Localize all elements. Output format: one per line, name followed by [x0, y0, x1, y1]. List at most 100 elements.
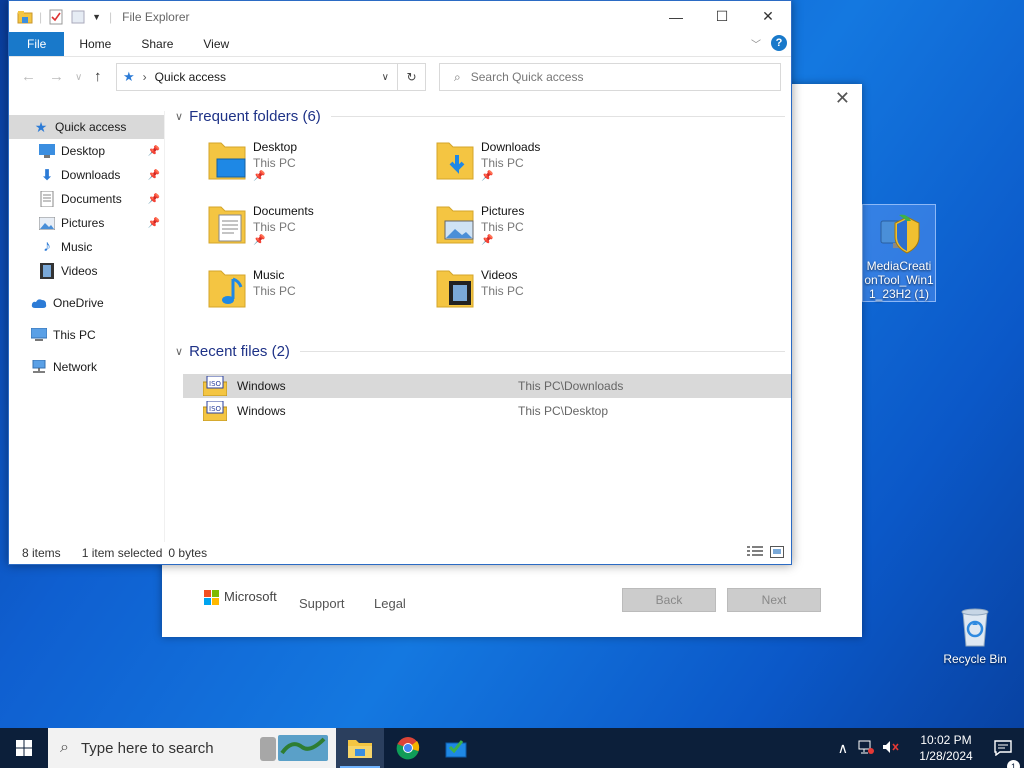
sidebar-item-label: Quick access — [55, 120, 127, 134]
recent-files-header[interactable]: ∨ Recent files (2) — [175, 343, 785, 360]
file-explorer-window: | ▼ | File Explorer — ☐ ✕ File Home Shar… — [8, 0, 792, 565]
new-folder-icon[interactable] — [70, 9, 86, 25]
search-input[interactable]: ⌕ Search Quick access — [439, 63, 781, 91]
up-arrow-icon[interactable]: ↑ — [94, 68, 102, 85]
taskbar-search-input[interactable]: ⌕ Type here to search — [48, 728, 336, 768]
pictures-folder-icon — [435, 203, 475, 245]
legal-link[interactable]: Legal — [374, 596, 406, 611]
help-icon[interactable]: ? — [771, 35, 787, 51]
file-name: Windows — [237, 379, 286, 393]
sidebar-item-desktop[interactable]: Desktop 📌 — [9, 139, 164, 163]
sidebar-item-label: This PC — [53, 328, 96, 342]
folder-tile-downloads[interactable]: Downloads This PC 📌 — [435, 139, 635, 195]
installer-icon — [445, 740, 467, 758]
taskbar-file-explorer[interactable] — [336, 728, 384, 768]
support-link[interactable]: Support — [299, 596, 345, 611]
file-row[interactable]: ISO Windows This PC\Downloads — [183, 374, 791, 398]
content-area: ★ Quick access Desktop 📌 ⬇ Downloads 📌 D… — [9, 108, 791, 542]
pin-icon: 📌 — [481, 235, 494, 246]
network-status-icon[interactable] — [858, 740, 874, 757]
sidebar-item-music[interactable]: ♪ Music — [9, 235, 164, 259]
documents-icon — [39, 191, 55, 207]
selection-count: 1 item selected — [81, 546, 163, 560]
close-button[interactable]: ✕ — [745, 1, 791, 32]
expand-ribbon-icon[interactable]: ﹀ — [751, 36, 761, 51]
folder-location: This PC — [253, 156, 296, 170]
back-arrow-icon[interactable]: ← — [21, 68, 36, 85]
close-icon[interactable]: ✕ — [835, 88, 850, 109]
download-icon: ⬇ — [40, 167, 54, 184]
properties-icon[interactable] — [48, 9, 64, 25]
explorer-app-icon — [17, 10, 33, 23]
taskbar-media-creation-tool[interactable] — [432, 728, 480, 768]
taskbar-chrome[interactable] — [384, 728, 432, 768]
folder-location: This PC — [253, 220, 296, 234]
breadcrumb[interactable]: Quick access — [155, 70, 226, 84]
sidebar-item-this-pc[interactable]: This PC — [9, 323, 164, 347]
tab-home[interactable]: Home — [64, 32, 126, 56]
folder-tile-videos[interactable]: Videos This PC — [435, 267, 635, 323]
action-center-button[interactable]: 1 — [982, 740, 1024, 768]
frequent-folders-header[interactable]: ∨ Frequent folders (6) — [175, 108, 785, 125]
address-bar[interactable]: ★ › Quick access ∨ ↻ — [116, 63, 426, 91]
sidebar-item-videos[interactable]: Videos — [9, 259, 164, 283]
file-location: This PC\Downloads — [518, 379, 624, 393]
folder-name: Music — [253, 268, 285, 282]
folder-location: This PC — [481, 284, 524, 298]
star-icon: ★ — [123, 69, 135, 84]
tab-share[interactable]: Share — [126, 32, 188, 56]
forward-arrow-icon[interactable]: → — [49, 68, 64, 85]
sidebar-item-network[interactable]: Network — [9, 355, 164, 379]
folder-tile-pictures[interactable]: Pictures This PC 📌 — [435, 203, 635, 259]
sidebar-item-onedrive[interactable]: OneDrive — [9, 291, 164, 315]
maximize-button[interactable]: ☐ — [699, 1, 745, 32]
tab-file[interactable]: File — [9, 32, 65, 56]
folder-name: Documents — [253, 204, 314, 218]
tab-view[interactable]: View — [188, 32, 244, 56]
address-dropdown-icon[interactable]: ∨ — [382, 72, 389, 83]
file-location: This PC\Desktop — [518, 404, 609, 418]
start-button[interactable] — [0, 728, 48, 768]
details-view-icon[interactable] — [747, 546, 763, 561]
clock-time: 10:02 PM — [920, 733, 972, 747]
clock[interactable]: 10:02 PM 1/28/2024 — [910, 732, 982, 764]
desktop-icon-media-creation-tool[interactable]: MediaCreationTool_Win11_23H2 (1) — [862, 204, 936, 302]
sidebar-item-downloads[interactable]: ⬇ Downloads 📌 — [9, 163, 164, 187]
sidebar-item-label: Desktop — [61, 144, 106, 158]
customize-toolbar-icon[interactable]: ▼ — [92, 12, 101, 22]
pin-icon: 📌 — [147, 169, 160, 181]
folder-tile-documents[interactable]: Documents This PC 📌 — [207, 203, 407, 259]
videos-icon — [39, 263, 55, 279]
sidebar-item-label: Pictures — [61, 216, 105, 230]
iso-file-icon: ISO — [202, 400, 228, 422]
next-button[interactable]: Next — [727, 588, 821, 612]
videos-folder-icon — [435, 267, 475, 309]
folder-icon — [348, 740, 372, 758]
folder-tile-desktop[interactable]: Desktop This PC 📌 — [207, 139, 407, 195]
minimize-button[interactable]: — — [653, 1, 699, 32]
desktop-icon-label: Recycle Bin — [943, 652, 1007, 666]
pictures-icon — [39, 215, 55, 231]
recent-locations-icon[interactable]: ∨ — [75, 72, 82, 83]
back-button[interactable]: Back — [622, 588, 716, 612]
downloads-folder-icon — [435, 139, 475, 181]
file-row[interactable]: ISO Windows This PC\Desktop — [183, 399, 791, 423]
file-name: Windows — [237, 404, 286, 418]
network-icon — [31, 359, 47, 375]
sidebar-item-quick-access[interactable]: ★ Quick access — [9, 115, 164, 139]
breadcrumb-chevron-icon: › — [142, 70, 147, 84]
sidebar-item-label: OneDrive — [53, 296, 104, 310]
clock-date: 1/28/2024 — [919, 749, 973, 763]
sidebar-item-documents[interactable]: Documents 📌 — [9, 187, 164, 211]
microsoft-logo-icon — [204, 589, 219, 605]
large-icons-view-icon[interactable] — [770, 546, 784, 561]
show-hidden-icons-chevron-icon[interactable]: ∧ — [838, 740, 848, 757]
ribbon-tabs: File Home Share View ﹀ ? — [9, 32, 791, 56]
refresh-icon[interactable]: ↻ — [397, 64, 425, 90]
iso-file-icon: ISO — [202, 375, 228, 397]
folder-location: This PC — [481, 220, 524, 234]
desktop-icon-recycle-bin[interactable]: Recycle Bin — [938, 600, 1012, 666]
sidebar-item-pictures[interactable]: Pictures 📌 — [9, 211, 164, 235]
volume-muted-icon[interactable] — [882, 740, 900, 757]
folder-tile-music[interactable]: Music This PC — [207, 267, 407, 323]
